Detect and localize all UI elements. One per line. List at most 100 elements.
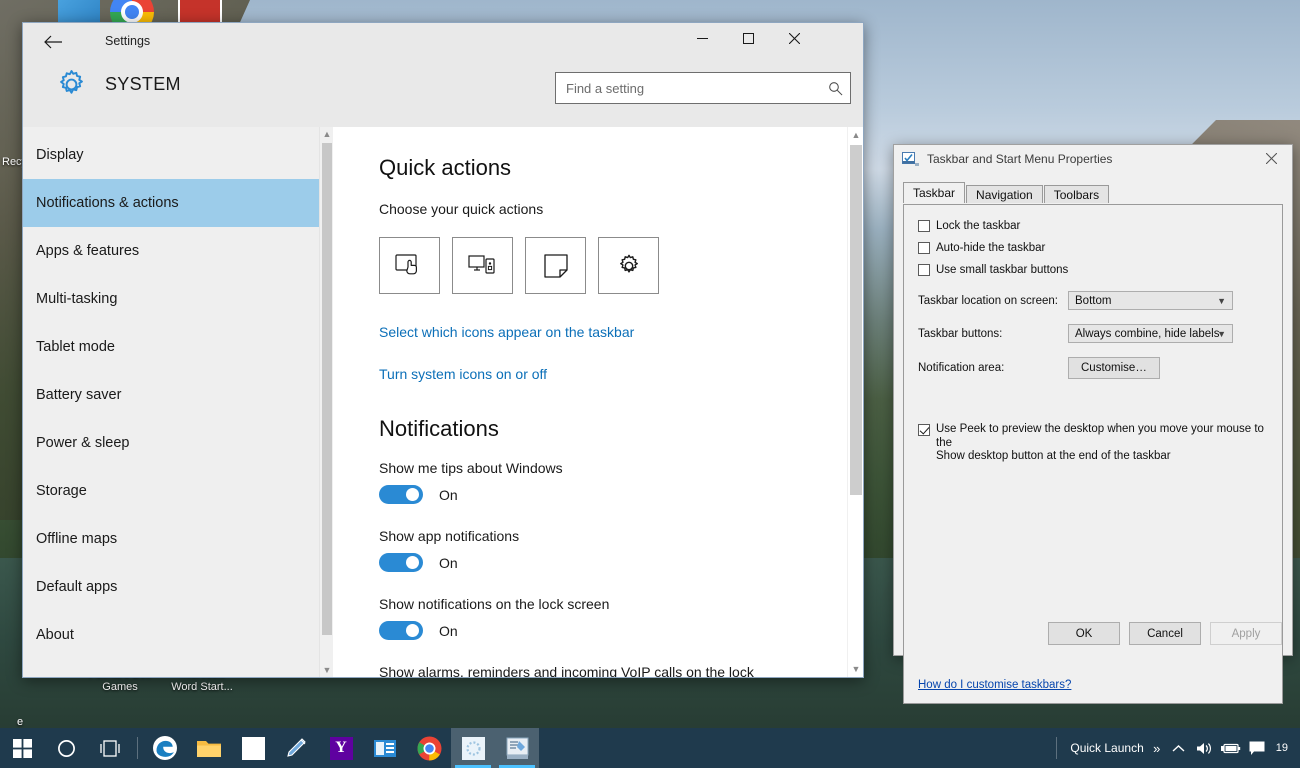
settings-body: Display Notifications & actions Apps & f…: [23, 127, 863, 677]
search-box[interactable]: [555, 72, 851, 104]
chrome-button[interactable]: [407, 728, 451, 768]
clock[interactable]: 19: [1270, 742, 1294, 755]
mail-button[interactable]: [363, 728, 407, 768]
sidebar-item-label: Battery saver: [36, 387, 122, 403]
quick-launch-overflow-icon[interactable]: »: [1148, 728, 1166, 768]
checkbox-use-small-taskbar-buttons[interactable]: Use small taskbar buttons: [918, 263, 1268, 277]
ok-button[interactable]: OK: [1048, 622, 1120, 645]
close-button[interactable]: [771, 23, 817, 54]
toggle-app-notifications[interactable]: [379, 553, 423, 572]
search-icon[interactable]: [820, 81, 850, 96]
search-input[interactable]: [556, 74, 820, 102]
maximize-icon: [742, 33, 754, 44]
all-settings-gear-icon: [619, 254, 638, 273]
content-scroll-down-icon[interactable]: ▼: [848, 661, 863, 677]
show-hidden-icons-button[interactable]: [1166, 728, 1192, 768]
tab-toolbars[interactable]: Toolbars: [1043, 185, 1110, 203]
minimize-button[interactable]: [679, 23, 725, 54]
checkbox-label: Use small taskbar buttons: [936, 264, 1069, 276]
toggle-show-tips[interactable]: [379, 485, 423, 504]
turn-system-icons-link[interactable]: Turn system icons on or off: [379, 366, 547, 382]
content-scrollbar[interactable]: ▲ ▼: [847, 127, 863, 677]
sidebar-scroll-up-icon[interactable]: ▲: [320, 127, 333, 141]
sidebar-scroll-thumb[interactable]: [322, 143, 332, 635]
taskbar-buttons-select[interactable]: Always combine, hide labels ▼: [1068, 324, 1233, 343]
checkbox-use-peek[interactable]: Use Peek to preview the desktop when you…: [918, 423, 1268, 464]
setting-label-voip-clipped: Show alarms, reminders and incoming VoIP…: [379, 664, 754, 677]
task-view-icon: [100, 739, 120, 757]
battery-button[interactable]: [1218, 728, 1244, 768]
dialog-close-button[interactable]: [1250, 145, 1292, 172]
quick-action-tiles: [379, 237, 863, 294]
content-scroll-thumb[interactable]: [850, 145, 862, 495]
paint-button[interactable]: [275, 728, 319, 768]
sidebar-item-label: Display: [36, 147, 84, 163]
content-scroll-up-icon[interactable]: ▲: [848, 127, 863, 143]
quick-action-note[interactable]: [525, 237, 586, 294]
sidebar-item-tablet-mode[interactable]: Tablet mode: [23, 323, 333, 371]
store-button[interactable]: [231, 728, 275, 768]
edge-button[interactable]: [143, 728, 187, 768]
field-label: Notification area:: [918, 362, 1005, 374]
sidebar-item-battery-saver[interactable]: Battery saver: [23, 371, 333, 419]
yahoo-button[interactable]: Y: [319, 728, 363, 768]
quick-action-tablet-mode[interactable]: [379, 237, 440, 294]
sidebar-item-power-sleep[interactable]: Power & sleep: [23, 419, 333, 467]
checkbox-label: Lock the taskbar: [936, 220, 1021, 232]
desktop-icon-edge-shortcut[interactable]: e: [0, 676, 56, 729]
sidebar-item-default-apps[interactable]: Default apps: [23, 563, 333, 611]
store-icon: [241, 736, 265, 760]
apply-button: Apply: [1210, 622, 1282, 645]
checkbox-auto-hide-the-taskbar[interactable]: Auto-hide the taskbar: [918, 241, 1268, 255]
file-explorer-button[interactable]: [187, 728, 231, 768]
start-button[interactable]: [0, 728, 44, 768]
settings-window-icon: [461, 736, 485, 760]
checkbox-box: [918, 242, 930, 254]
properties-window-icon: [506, 737, 528, 759]
taskbar-properties-dialog: Taskbar and Start Menu Properties Taskba…: [893, 144, 1293, 704]
taskbar-properties-icon: [902, 151, 919, 167]
sidebar-item-storage[interactable]: Storage: [23, 467, 333, 515]
select-taskbar-icons-link[interactable]: Select which icons appear on the taskbar: [379, 324, 634, 340]
back-button[interactable]: [31, 27, 75, 57]
task-view-button[interactable]: [88, 728, 132, 768]
tab-taskbar[interactable]: Taskbar: [903, 182, 966, 203]
cancel-button[interactable]: Cancel: [1129, 622, 1201, 645]
sidebar-item-display[interactable]: Display: [23, 131, 333, 179]
taskbar: Y Quick Launch » 19: [0, 728, 1300, 768]
maximize-button[interactable]: [725, 23, 771, 54]
properties-taskbar-button[interactable]: [495, 728, 539, 768]
connect-project-icon: [467, 254, 495, 274]
cortana-button[interactable]: [44, 728, 88, 768]
checkbox-box: [918, 220, 930, 232]
back-arrow-icon: [43, 35, 62, 49]
volume-button[interactable]: [1192, 728, 1218, 768]
toggle-lock-screen-notifications[interactable]: [379, 621, 423, 640]
quick-action-connect[interactable]: [452, 237, 513, 294]
dialog-tabs: Taskbar Navigation Toolbars: [903, 182, 1292, 203]
sidebar-item-label: Default apps: [36, 579, 118, 595]
quick-action-all-settings[interactable]: [598, 237, 659, 294]
tab-label: Taskbar: [913, 186, 956, 200]
taskbar-location-select[interactable]: Bottom ▼: [1068, 291, 1233, 310]
close-icon: [1265, 153, 1277, 164]
settings-header: SYSTEM: [23, 61, 863, 127]
sidebar-item-about[interactable]: About: [23, 611, 333, 659]
sidebar-scroll-down-icon[interactable]: ▼: [320, 663, 333, 677]
settings-sidebar: Display Notifications & actions Apps & f…: [23, 127, 333, 677]
peek-label-line1: Use Peek to preview the desktop when you…: [936, 423, 1264, 449]
help-customise-taskbars-link[interactable]: How do I customise taskbars?: [918, 679, 1071, 691]
customise-button[interactable]: Customise…: [1068, 357, 1160, 379]
sidebar-scrollbar[interactable]: ▲ ▼: [319, 127, 333, 677]
tab-label: Navigation: [976, 187, 1033, 202]
mail-icon: [374, 739, 396, 757]
sidebar-item-notifications-actions[interactable]: Notifications & actions: [23, 179, 333, 227]
settings-taskbar-button[interactable]: [451, 728, 495, 768]
action-center-button[interactable]: [1244, 728, 1270, 768]
tab-navigation[interactable]: Navigation: [966, 185, 1043, 203]
sidebar-item-offline-maps[interactable]: Offline maps: [23, 515, 333, 563]
checkbox-lock-the-taskbar[interactable]: Lock the taskbar: [918, 219, 1268, 233]
sidebar-item-multi-tasking[interactable]: Multi-tasking: [23, 275, 333, 323]
sidebar-item-apps-features[interactable]: Apps & features: [23, 227, 333, 275]
quick-launch-toolbar-label[interactable]: Quick Launch: [1070, 741, 1143, 755]
